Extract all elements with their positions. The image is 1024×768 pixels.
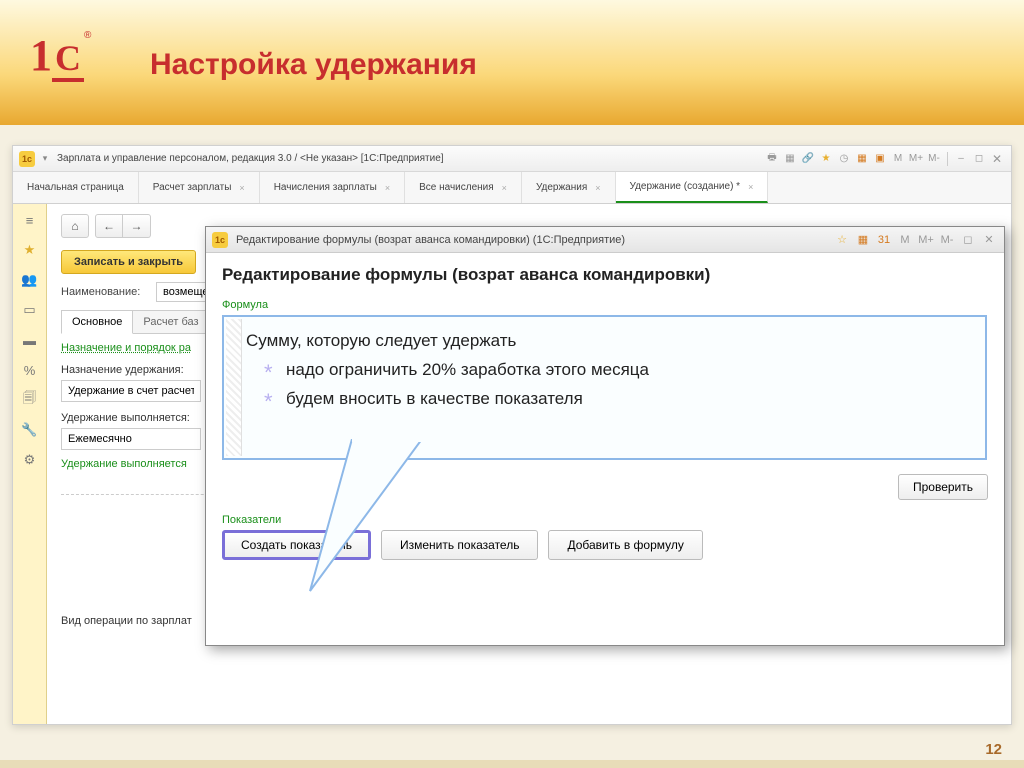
tab-label: Начальная страница bbox=[27, 182, 124, 193]
app-icon: 1c bbox=[19, 151, 35, 167]
callout-mask bbox=[352, 434, 424, 442]
titlebar-m[interactable]: M bbox=[890, 151, 906, 167]
titlebar-icon-print[interactable]: 🖶 bbox=[764, 151, 780, 167]
tab-close-icon[interactable]: × bbox=[502, 183, 507, 193]
bullet-star-icon: * bbox=[264, 383, 273, 420]
tab-deduction-create[interactable]: Удержание (создание) * × bbox=[616, 172, 769, 203]
app-titlebar-controls: 🖶 ▦ 🔗 ★ ◷ ▦ ▣ M M+ M- – ◻ ✕ bbox=[764, 151, 1005, 167]
titlebar-icon-star[interactable]: ★ bbox=[818, 151, 834, 167]
tab-start-page[interactable]: Начальная страница bbox=[13, 172, 139, 203]
save-and-close-button[interactable]: Записать и закрыть bbox=[61, 250, 196, 274]
dialog-title-text: Редактирование формулы (возрат аванса ко… bbox=[232, 234, 833, 246]
tab-deductions[interactable]: Удержания × bbox=[522, 172, 616, 203]
subtab-main[interactable]: Основное bbox=[61, 310, 133, 334]
sidebar-copy-icon[interactable]: 🗐 bbox=[22, 392, 38, 408]
tab-close-icon[interactable]: × bbox=[595, 183, 600, 193]
dialog-heading: Редактирование формулы (возрат аванса ко… bbox=[222, 265, 988, 285]
tab-label: Начисления зарплаты bbox=[274, 182, 377, 193]
create-indicator-button[interactable]: Создать показатель bbox=[222, 530, 371, 560]
dialog-titlebar: 1c Редактирование формулы (возрат аванса… bbox=[206, 227, 1004, 253]
app-title-text: Зарплата и управление персоналом, редакц… bbox=[57, 153, 764, 164]
sidebar-menu-icon[interactable]: ≡ bbox=[22, 212, 38, 228]
titlebar-icon-doc[interactable]: ▦ bbox=[782, 151, 798, 167]
logo-1: 1 bbox=[30, 31, 52, 80]
titlebar-icon-calendar[interactable]: ▣ bbox=[872, 151, 888, 167]
footer-ground bbox=[0, 760, 1024, 768]
subtab-base-calc[interactable]: Расчет баз bbox=[132, 310, 209, 333]
add-to-formula-button[interactable]: Добавить в формулу bbox=[548, 530, 702, 560]
tab-payroll-calc[interactable]: Расчет зарплаты × bbox=[139, 172, 260, 203]
dialog-app-icon: 1c bbox=[212, 232, 228, 248]
annotation-text: будем вносить в качестве показателя bbox=[286, 389, 583, 408]
tab-all-accruals[interactable]: Все начисления × bbox=[405, 172, 522, 203]
logo-registered: ® bbox=[84, 30, 91, 41]
sidebar-percent-icon[interactable]: % bbox=[22, 362, 38, 378]
page-number: 12 bbox=[985, 741, 1002, 758]
tab-label: Удержание (создание) * bbox=[630, 181, 741, 192]
annotation-line-2: * надо ограничить 20% заработка этого ме… bbox=[246, 356, 963, 385]
titlebar-icon-calc[interactable]: ▦ bbox=[854, 151, 870, 167]
sidebar-star-icon[interactable]: ★ bbox=[22, 242, 38, 258]
tab-close-icon[interactable]: × bbox=[385, 183, 390, 193]
dialog-maximize-button[interactable]: ◻ bbox=[959, 231, 977, 249]
annotation-line-3: * будем вносить в качестве показателя bbox=[246, 385, 963, 414]
dialog-body: Редактирование формулы (возрат аванса ко… bbox=[206, 253, 1004, 572]
slide-title: Настройка удержания bbox=[150, 48, 477, 82]
slide-banner: 1C® Настройка удержания bbox=[0, 0, 1024, 125]
home-button[interactable]: ⌂ bbox=[61, 214, 89, 238]
name-label: Наименование: bbox=[61, 286, 156, 298]
sidebar-wrench-icon[interactable]: 🔧 bbox=[22, 422, 38, 438]
dialog-close-button[interactable]: ✕ bbox=[980, 231, 998, 249]
logo-c: C bbox=[52, 38, 84, 82]
dialog-mminus[interactable]: M- bbox=[938, 231, 956, 249]
formula-textarea[interactable]: Сумму, которую следует удержать * надо о… bbox=[222, 315, 987, 460]
back-button[interactable]: ← bbox=[95, 214, 123, 238]
maximize-button[interactable]: ◻ bbox=[971, 151, 987, 167]
exec-input[interactable] bbox=[61, 428, 201, 450]
dialog-star-icon[interactable]: ☆ bbox=[833, 231, 851, 249]
purpose-input[interactable] bbox=[61, 380, 201, 402]
tab-close-icon[interactable]: × bbox=[239, 183, 244, 193]
tab-close-icon[interactable]: × bbox=[748, 182, 753, 192]
titlebar-icon-link[interactable]: 🔗 bbox=[800, 151, 816, 167]
dialog-calc-icon[interactable]: ▦ bbox=[854, 231, 872, 249]
forward-button[interactable]: → bbox=[123, 214, 151, 238]
document-tabstrip: Начальная страница Расчет зарплаты × Начи… bbox=[13, 172, 1011, 204]
logo-1c: 1C® bbox=[30, 30, 110, 90]
tab-label: Удержания bbox=[536, 182, 587, 193]
titlebar-mminus[interactable]: M- bbox=[926, 151, 942, 167]
annotation-line-1: Сумму, которую следует удержать bbox=[246, 327, 963, 356]
formula-editor-dialog: 1c Редактирование формулы (возрат аванса… bbox=[205, 226, 1005, 646]
minimize-button[interactable]: – bbox=[953, 151, 969, 167]
dialog-calendar-icon[interactable]: 31 bbox=[875, 231, 893, 249]
sidebar-bar-icon[interactable]: ▬ bbox=[22, 332, 38, 348]
titlebar-icon-history[interactable]: ◷ bbox=[836, 151, 852, 167]
tab-accruals[interactable]: Начисления зарплаты × bbox=[260, 172, 405, 203]
titlebar-mplus[interactable]: M+ bbox=[908, 151, 924, 167]
sidebar-card-icon[interactable]: ▭ bbox=[22, 302, 38, 318]
check-button[interactable]: Проверить bbox=[898, 474, 988, 500]
tab-label: Все начисления bbox=[419, 182, 494, 193]
app-titlebar: 1c ▾ Зарплата и управление персоналом, р… bbox=[13, 146, 1011, 172]
function-sidebar: ≡ ★ 👥 ▭ ▬ % 🗐 🔧 ⚙ bbox=[13, 204, 47, 724]
dialog-mplus[interactable]: M+ bbox=[917, 231, 935, 249]
app-menu-dropdown[interactable]: ▾ bbox=[39, 153, 51, 165]
indicators-section-label: Показатели bbox=[222, 514, 988, 526]
dialog-m[interactable]: M bbox=[896, 231, 914, 249]
sidebar-gear-icon[interactable]: ⚙ bbox=[22, 452, 38, 468]
tab-label: Расчет зарплаты bbox=[153, 182, 232, 193]
sidebar-people-icon[interactable]: 👥 bbox=[22, 272, 38, 288]
annotation-text: надо ограничить 20% заработка этого меся… bbox=[286, 360, 649, 379]
formula-section-label: Формула bbox=[222, 299, 988, 311]
formula-gutter bbox=[226, 319, 242, 456]
close-button[interactable]: ✕ bbox=[989, 151, 1005, 167]
edit-indicator-button[interactable]: Изменить показатель bbox=[381, 530, 539, 560]
